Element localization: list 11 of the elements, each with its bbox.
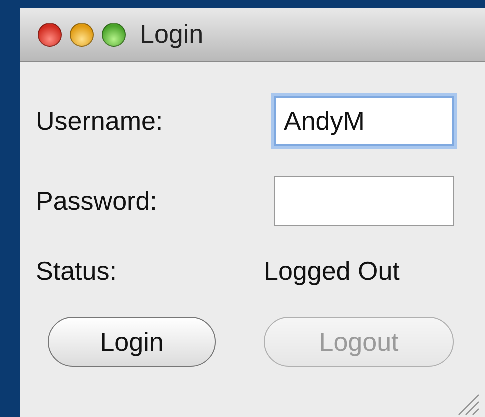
zoom-button[interactable]: [102, 22, 126, 46]
login-button[interactable]: Login: [48, 317, 216, 367]
password-field[interactable]: [274, 176, 454, 226]
username-field[interactable]: AndyM: [274, 96, 454, 146]
window-title: Login: [140, 19, 204, 50]
close-button[interactable]: [38, 22, 62, 46]
status-label: Status:: [36, 256, 118, 287]
field-label: Username:: [36, 106, 164, 136]
minimize-button[interactable]: [70, 22, 94, 46]
field-label: Password:: [36, 186, 158, 216]
status-value: Logged Out: [264, 256, 401, 287]
